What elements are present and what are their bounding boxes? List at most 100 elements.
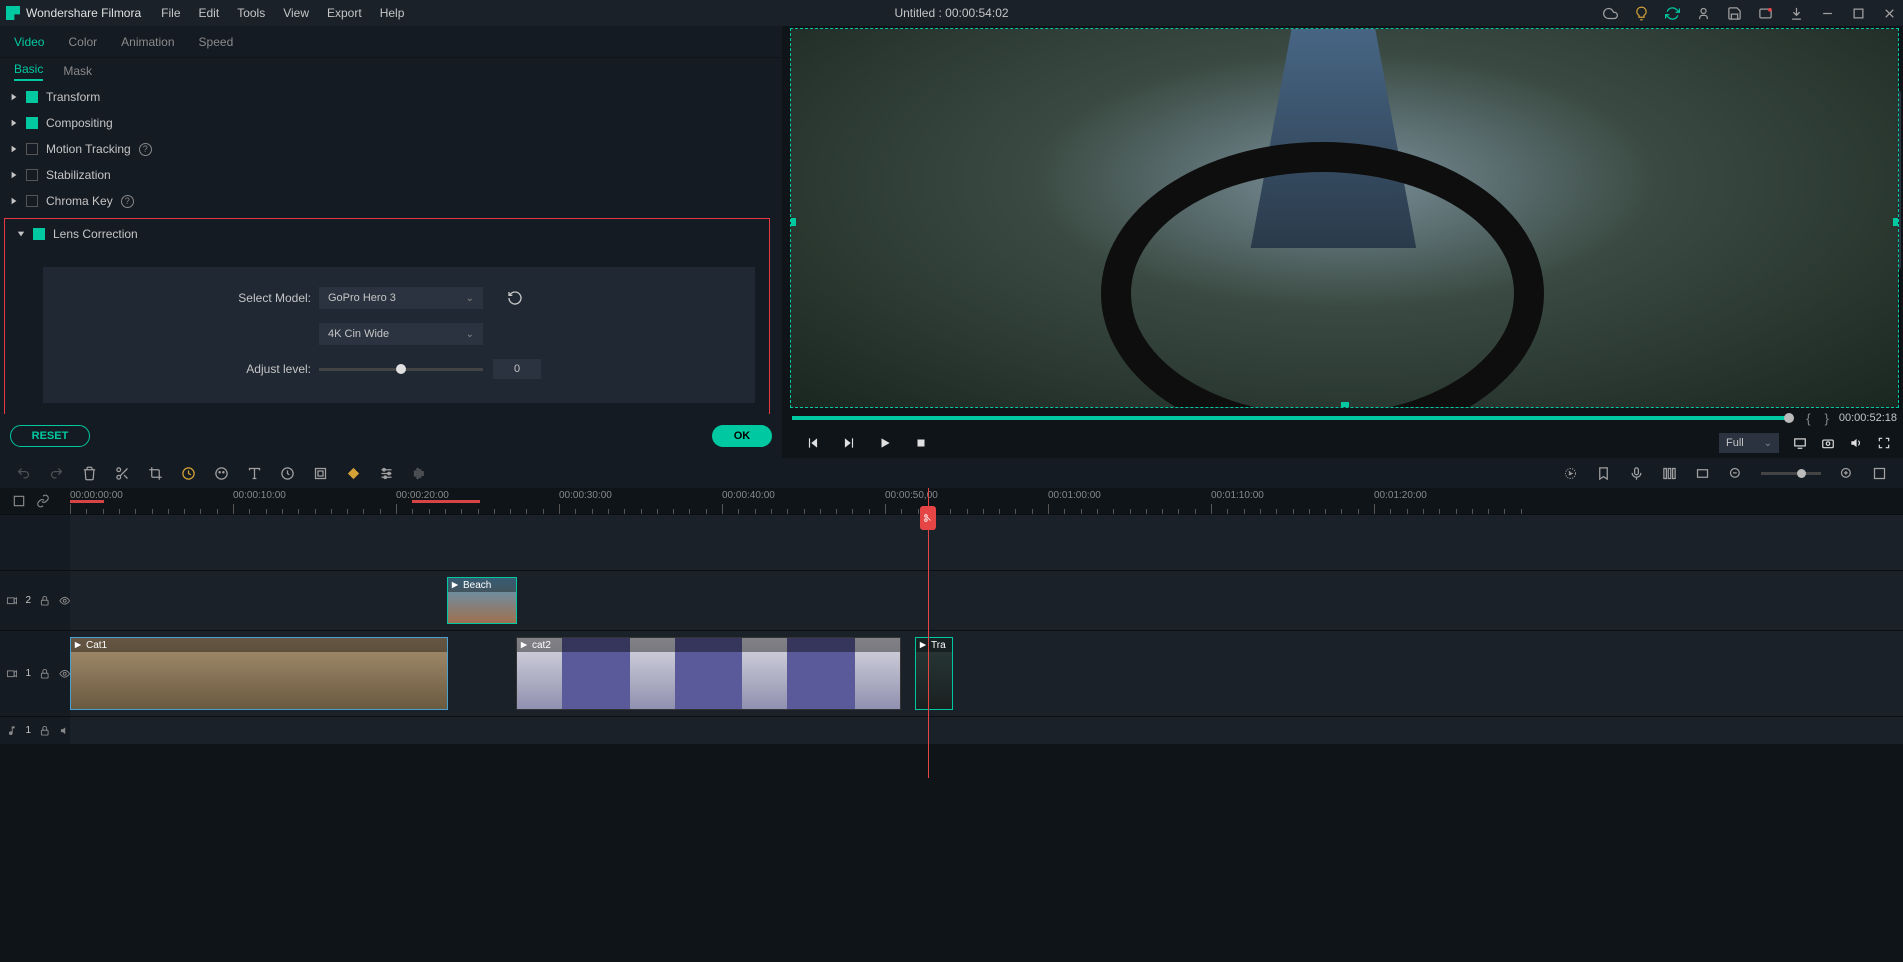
resize-handle-right[interactable] bbox=[1893, 218, 1899, 226]
quality-select[interactable]: Full ⌄ bbox=[1719, 433, 1779, 453]
mixer-icon[interactable] bbox=[1662, 466, 1677, 481]
save-icon[interactable] bbox=[1727, 6, 1742, 21]
next-frame-icon[interactable] bbox=[842, 436, 856, 450]
volume-icon[interactable] bbox=[1849, 436, 1863, 450]
keyframe-icon[interactable] bbox=[346, 466, 361, 481]
tab-animation[interactable]: Animation bbox=[121, 35, 174, 49]
prop-chroma-key[interactable]: Chroma Key ? bbox=[0, 188, 774, 214]
delete-icon[interactable] bbox=[82, 466, 97, 481]
clip-cat1[interactable]: Cat1 bbox=[70, 637, 448, 710]
tab-color[interactable]: Color bbox=[68, 35, 97, 49]
tab-video[interactable]: Video bbox=[14, 35, 44, 49]
lens-correction-checkbox[interactable] bbox=[33, 228, 45, 240]
compositing-checkbox[interactable] bbox=[26, 117, 38, 129]
expand-icon[interactable] bbox=[10, 145, 18, 153]
speaker-icon[interactable] bbox=[59, 725, 70, 737]
prop-lens-correction[interactable]: Lens Correction bbox=[7, 221, 767, 247]
marker-icon[interactable] bbox=[1596, 466, 1611, 481]
adjust-level-slider[interactable] bbox=[319, 368, 483, 371]
prev-frame-icon[interactable] bbox=[806, 436, 820, 450]
zoom-in-icon[interactable] bbox=[1839, 466, 1854, 481]
notification-icon[interactable] bbox=[1758, 6, 1773, 21]
mark-in-icon[interactable]: { bbox=[1802, 411, 1814, 426]
split-icon[interactable] bbox=[115, 466, 130, 481]
progress-track[interactable] bbox=[792, 416, 1790, 420]
prop-compositing[interactable]: Compositing bbox=[0, 110, 774, 136]
help-icon[interactable]: ? bbox=[139, 143, 152, 156]
download-icon[interactable] bbox=[1789, 6, 1804, 21]
mark-out-icon[interactable]: } bbox=[1821, 411, 1833, 426]
slider-thumb[interactable] bbox=[396, 364, 406, 374]
resize-handle-bottom[interactable] bbox=[1341, 402, 1349, 408]
fullscreen-icon[interactable] bbox=[1877, 436, 1891, 450]
adjust-level-input[interactable] bbox=[493, 359, 541, 379]
menu-edit[interactable]: Edit bbox=[199, 6, 220, 20]
clip-beach[interactable]: Beach bbox=[447, 577, 517, 624]
menu-tools[interactable]: Tools bbox=[237, 6, 265, 20]
subtab-mask[interactable]: Mask bbox=[63, 64, 92, 78]
menu-view[interactable]: View bbox=[283, 6, 309, 20]
expand-icon[interactable] bbox=[10, 93, 18, 101]
menu-help[interactable]: Help bbox=[380, 6, 405, 20]
lock-icon[interactable] bbox=[39, 668, 50, 680]
prop-stabilization[interactable]: Stabilization bbox=[0, 162, 774, 188]
undo-icon[interactable] bbox=[16, 466, 31, 481]
speed-icon[interactable] bbox=[181, 466, 196, 481]
render-icon[interactable] bbox=[1563, 466, 1578, 481]
lock-icon[interactable] bbox=[39, 595, 50, 607]
expand-icon[interactable] bbox=[10, 119, 18, 127]
model-select[interactable]: GoPro Hero 3 ⌄ bbox=[319, 287, 483, 309]
lock-icon[interactable] bbox=[39, 725, 50, 737]
playhead-handle[interactable] bbox=[920, 506, 936, 530]
zoom-fit-icon[interactable] bbox=[1872, 466, 1887, 481]
track-content-a1[interactable] bbox=[70, 717, 1903, 744]
timeline-ruler[interactable]: 00:00:00:0000:00:10:0000:00:20:0000:00:3… bbox=[70, 488, 1903, 514]
preview-canvas[interactable] bbox=[790, 28, 1899, 408]
crop-icon[interactable] bbox=[148, 466, 163, 481]
ok-button[interactable]: OK bbox=[712, 425, 772, 447]
eye-icon[interactable] bbox=[59, 595, 70, 607]
reset-button[interactable]: RESET bbox=[10, 425, 90, 447]
subtab-basic[interactable]: Basic bbox=[14, 62, 43, 81]
track-content-spacer[interactable] bbox=[70, 515, 1903, 570]
chroma-key-checkbox[interactable] bbox=[26, 195, 38, 207]
prop-motion-tracking[interactable]: Motion Tracking ? bbox=[0, 136, 774, 162]
expand-icon[interactable] bbox=[10, 171, 18, 179]
eye-icon[interactable] bbox=[59, 668, 70, 680]
reset-model-icon[interactable] bbox=[507, 290, 523, 306]
audio-icon[interactable] bbox=[412, 466, 427, 481]
zoom-out-icon[interactable] bbox=[1728, 466, 1743, 481]
display-icon[interactable] bbox=[1793, 436, 1807, 450]
snapshot2-icon[interactable] bbox=[1695, 466, 1710, 481]
collapse-icon[interactable] bbox=[17, 230, 25, 238]
snapshot-icon[interactable] bbox=[1821, 436, 1835, 450]
maximize-icon[interactable] bbox=[1851, 6, 1866, 21]
clip-trail[interactable]: Tra bbox=[915, 637, 953, 710]
color-icon[interactable] bbox=[214, 466, 229, 481]
redo-icon[interactable] bbox=[49, 466, 64, 481]
minimize-icon[interactable] bbox=[1820, 6, 1835, 21]
play-icon[interactable] bbox=[878, 436, 892, 450]
clip-cat2[interactable]: cat2 bbox=[516, 637, 901, 710]
motion-tracking-checkbox[interactable] bbox=[26, 143, 38, 155]
tab-speed[interactable]: Speed bbox=[199, 35, 234, 49]
text-icon[interactable] bbox=[247, 466, 262, 481]
refresh-icon[interactable] bbox=[1665, 6, 1680, 21]
cloud-icon[interactable] bbox=[1603, 6, 1618, 21]
preset-select[interactable]: 4K Cin Wide ⌄ bbox=[319, 323, 483, 345]
link-icon[interactable] bbox=[36, 494, 50, 508]
expand-icon[interactable] bbox=[10, 197, 18, 205]
menu-export[interactable]: Export bbox=[327, 6, 362, 20]
stabilization-checkbox[interactable] bbox=[26, 169, 38, 181]
track-content-v1[interactable]: Cat1 cat2 Tra bbox=[70, 631, 1903, 716]
zoom-slider[interactable] bbox=[1761, 472, 1821, 475]
menu-file[interactable]: File bbox=[161, 6, 180, 20]
media-icon[interactable] bbox=[12, 494, 26, 508]
user-icon[interactable] bbox=[1696, 6, 1711, 21]
green-screen-icon[interactable] bbox=[313, 466, 328, 481]
record-icon[interactable] bbox=[1629, 466, 1644, 481]
resize-handle-left[interactable] bbox=[790, 218, 796, 226]
close-icon[interactable] bbox=[1882, 6, 1897, 21]
prop-transform[interactable]: Transform bbox=[0, 84, 774, 110]
lightbulb-icon[interactable] bbox=[1634, 6, 1649, 21]
